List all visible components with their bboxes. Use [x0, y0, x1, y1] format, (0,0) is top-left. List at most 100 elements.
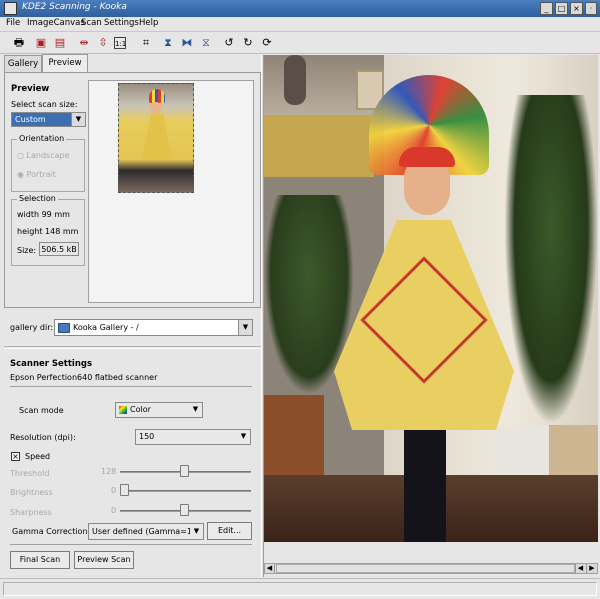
brightness-value: 0: [111, 486, 117, 495]
threshold-label: Threshold: [10, 469, 50, 478]
preview-scan-button[interactable]: Preview Scan: [74, 551, 134, 569]
close-icon[interactable]: ×: [570, 2, 583, 15]
brightness-label: Brightness: [10, 488, 53, 497]
brightness-slider-thumb[interactable]: [120, 484, 129, 496]
size-label: Size:: [17, 246, 37, 255]
costume-shape: [142, 114, 172, 159]
preview-thumbnail[interactable]: [118, 83, 194, 193]
scan-size-select[interactable]: Custom ▼: [11, 112, 86, 127]
face-shape: [150, 102, 162, 114]
minimize-icon[interactable]: _: [540, 2, 553, 15]
rotate-left-icon[interactable]: ↺: [221, 35, 237, 51]
maximize-icon[interactable]: □: [555, 2, 568, 15]
menu-help[interactable]: Help: [139, 18, 158, 28]
folder-icon: [58, 322, 70, 333]
selection-group: Selection width 99 mm height 148 mm Size…: [11, 194, 85, 266]
chevron-down-icon[interactable]: ▼: [189, 403, 202, 417]
app-menu-icon[interactable]: [4, 2, 17, 15]
portrait-radio[interactable]: ◉ Portrait: [17, 170, 56, 179]
gallery-dir-label: gallery dir:: [10, 323, 54, 332]
scanner-device: Epson Perfection640 flatbed scanner: [10, 373, 158, 382]
portrait-label: Portrait: [26, 170, 56, 179]
cabinet-shape: [264, 115, 374, 177]
divider: [10, 544, 252, 545]
preview-icon[interactable]: ▤: [52, 35, 68, 51]
gallery-dir-select[interactable]: Kooka Gallery - / ▼: [54, 319, 253, 336]
scrollbar-thumb[interactable]: [276, 564, 575, 573]
chevron-down-icon[interactable]: ▼: [71, 113, 85, 126]
scan-mode-label: Scan mode: [19, 406, 64, 415]
preview-heading: Preview: [11, 84, 50, 94]
sharpness-slider-thumb[interactable]: [180, 504, 189, 516]
image-canvas[interactable]: [264, 55, 598, 542]
title-bar[interactable]: KDE2 Scanning - Kooka _ □ × ·: [0, 0, 600, 17]
scan-icon[interactable]: ▣: [33, 35, 49, 51]
menu-bar: File ImageCanvas Scan Settings Help: [0, 17, 600, 32]
selection-title: Selection: [17, 194, 58, 203]
scroll-right-icon[interactable]: ▶: [586, 564, 597, 573]
preview-canvas[interactable]: [88, 80, 254, 303]
gamma-select[interactable]: User defined (Gamma=1.0) ▼: [88, 523, 204, 540]
rotate-right-icon[interactable]: ↻: [240, 35, 256, 51]
threshold-value: 128: [101, 467, 117, 476]
fit-height-icon[interactable]: ⇳: [95, 35, 111, 51]
chevron-down-icon[interactable]: ▼: [238, 320, 252, 335]
scan-size-value: Custom: [15, 115, 46, 124]
menu-imagecanvas[interactable]: ImageCanvas: [27, 18, 85, 28]
menu-settings[interactable]: Settings: [104, 18, 139, 28]
resolution-label: Resolution (dpi):: [10, 433, 76, 442]
status-field: [3, 582, 597, 596]
plant-right-shape: [504, 95, 598, 425]
rotate-180-icon[interactable]: ⟳: [259, 35, 275, 51]
gamma-label: Gamma Correction: [12, 527, 88, 536]
vase-shape: [284, 55, 306, 105]
crop-icon[interactable]: ⌗: [138, 35, 154, 51]
speed-label: Speed: [25, 452, 51, 461]
resolution-select[interactable]: 150 ▼: [135, 429, 251, 445]
selection-width: width 99 mm: [17, 210, 70, 219]
original-size-icon[interactable]: 1:1: [114, 37, 126, 49]
brightness-slider[interactable]: [120, 490, 251, 492]
scanner-settings-heading: Scanner Settings: [10, 359, 93, 369]
scan-size-label: Select scan size:: [11, 100, 78, 109]
landscape-label: Landscape: [26, 151, 70, 160]
horizontal-scrollbar[interactable]: ◀ ◀ ▶: [264, 563, 598, 574]
chevron-down-icon[interactable]: ▼: [237, 430, 250, 444]
scan-mode-value: Color: [130, 405, 151, 414]
toolbar: 🖶 ▣ ▤ ⇹ ⇳ 1:1 ⌗ ⧗ ⧓ ⧖ ↺ ↻ ⟳: [0, 32, 600, 54]
mirror-horizontal-icon[interactable]: ⧓: [179, 35, 195, 51]
sticky-icon[interactable]: ·: [585, 2, 597, 15]
preview-panel: Preview Select scan size: Custom ▼ Orien…: [4, 72, 261, 308]
size-value: 506.5 kB: [39, 242, 79, 256]
final-scan-button[interactable]: Final Scan: [10, 551, 70, 569]
splitter[interactable]: [4, 346, 261, 349]
fit-width-icon[interactable]: ⇹: [76, 35, 92, 51]
landscape-radio[interactable]: ○ Landscape: [17, 151, 70, 160]
resolution-value: 150: [139, 432, 155, 441]
chevron-down-icon[interactable]: ▼: [190, 524, 203, 539]
menu-file[interactable]: File: [6, 18, 20, 28]
selection-height: height 148 mm: [17, 227, 79, 236]
print-icon[interactable]: 🖶: [11, 35, 27, 51]
color-mode-icon: [119, 405, 127, 414]
gamma-edit-button[interactable]: Edit...: [207, 522, 252, 540]
tab-gallery[interactable]: Gallery: [4, 55, 42, 72]
scan-mode-select[interactable]: Color ▼: [115, 402, 203, 418]
canvas-bottom-gap: [264, 542, 598, 563]
sharpness-label: Sharpness: [10, 508, 52, 517]
speed-checkbox[interactable]: ×: [11, 452, 20, 461]
child-legs-shape: [404, 430, 446, 542]
divider: [10, 386, 252, 387]
gamma-value: User defined (Gamma=1.0): [92, 527, 203, 536]
headdress-shape: [149, 89, 165, 103]
menu-scan[interactable]: Scan: [81, 18, 102, 28]
tab-preview[interactable]: Preview: [42, 54, 88, 72]
headband-shape: [399, 147, 455, 167]
scroll-left-icon[interactable]: ◀: [575, 564, 585, 573]
mirror-vertical-icon[interactable]: ⧗: [160, 35, 176, 51]
window-title: KDE2 Scanning - Kooka: [22, 2, 127, 12]
threshold-slider-thumb[interactable]: [180, 465, 189, 477]
scroll-left-icon[interactable]: ◀: [265, 564, 275, 573]
orientation-title: Orientation: [17, 134, 67, 143]
mirror-both-icon[interactable]: ⧖: [198, 35, 214, 51]
